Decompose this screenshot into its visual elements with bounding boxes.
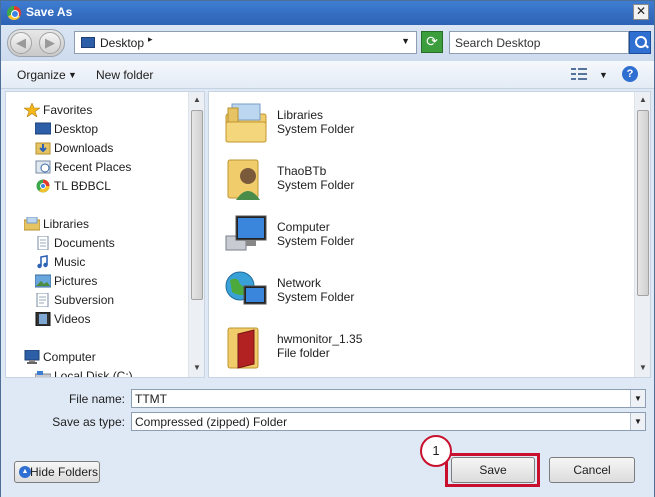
chrome-icon <box>7 6 21 20</box>
list-item[interactable]: Network System Folder <box>224 268 394 316</box>
list-item[interactable]: Computer System Folder <box>224 212 394 260</box>
network-icon <box>225 271 267 305</box>
scroll-thumb[interactable] <box>191 110 203 300</box>
scroll-up-icon[interactable]: ▲ <box>635 92 650 108</box>
file-type: System Folder <box>277 234 355 248</box>
local-disk-icon <box>35 371 51 377</box>
save-button[interactable]: Save <box>451 457 535 483</box>
sidebar-item-label: Videos <box>54 312 91 326</box>
computer-icon <box>24 350 40 364</box>
scroll-thumb[interactable] <box>637 110 649 296</box>
file-type: System Folder <box>277 290 355 304</box>
nav-computer-label: Computer <box>43 350 96 364</box>
desktop-icon <box>35 122 51 135</box>
sidebar-item-label: Downloads <box>54 141 114 155</box>
save-type-value[interactable]: Compressed (zipped) Folder <box>135 415 287 429</box>
user-folder-icon <box>227 159 260 200</box>
file-name: ThaoBTb <box>277 164 327 178</box>
hide-folders-button[interactable]: ▲ Hide Folders <box>14 461 100 483</box>
save-type-select[interactable]: Compressed (zipped) Folder ▼ <box>131 412 646 431</box>
computer-icon <box>225 215 267 251</box>
file-name: hwmonitor_1.35 <box>277 332 363 346</box>
list-item[interactable]: hwmonitor_1.35 File folder <box>224 324 394 372</box>
file-name-label: File name: <box>68 392 125 406</box>
scroll-down-icon[interactable]: ▼ <box>189 360 204 376</box>
navigation-buttons: ◀ ▶ <box>7 29 65 57</box>
address-bar-row: ◀ ▶ Desktop ▸ ▼ ⟳ Search Desktop <box>1 25 654 61</box>
step-callout-badge: 1 <box>420 435 452 467</box>
desktop-icon <box>81 37 95 48</box>
list-item[interactable]: Libraries System Folder <box>224 100 394 148</box>
hide-folders-label: Hide Folders <box>29 465 99 479</box>
videos-icon <box>35 312 51 326</box>
file-name-value[interactable]: TTMT <box>135 392 167 406</box>
new-folder-button[interactable]: New folder <box>96 68 153 82</box>
file-type: File folder <box>277 346 330 360</box>
scroll-up-icon[interactable]: ▲ <box>189 92 204 108</box>
close-button[interactable]: ✕ <box>633 4 649 20</box>
list-item[interactable]: ThaoBTb System Folder <box>224 156 394 204</box>
file-name: Network <box>277 276 322 290</box>
breadcrumb-chevron-icon[interactable]: ▸ <box>148 34 153 45</box>
chevron-up-icon: ▲ <box>19 466 31 478</box>
back-button[interactable]: ◀ <box>10 32 32 54</box>
forward-button[interactable]: ▶ <box>39 32 61 54</box>
scroll-down-icon[interactable]: ▼ <box>635 360 650 376</box>
folder-icon <box>227 327 259 369</box>
file-list-scrollbar[interactable]: ▲ ▼ <box>634 92 650 377</box>
address-bar[interactable]: Desktop ▸ ▼ <box>74 31 417 54</box>
search-input[interactable]: Search Desktop <box>449 31 629 54</box>
subversion-icon <box>36 293 49 307</box>
title-bar: Save As ✕ <box>1 1 654 25</box>
search-placeholder: Search Desktop <box>455 36 541 50</box>
sidebar-item-label: Music <box>54 255 86 269</box>
star-icon <box>24 103 40 117</box>
save-as-dialog: Save As ✕ ◀ ▶ Desktop ▸ ▼ ⟳ Search Deskt… <box>0 0 655 497</box>
file-name: Libraries <box>277 108 324 122</box>
file-list[interactable]: Libraries System Folder ThaoBTb System F… <box>208 91 651 378</box>
file-type: System Folder <box>277 178 355 192</box>
sidebar-item-label: Subversion <box>54 293 115 307</box>
organize-chevron-icon[interactable]: ▼ <box>68 70 77 80</box>
pictures-icon <box>35 274 51 288</box>
nav-favorites-label: Favorites <box>43 103 93 117</box>
music-icon <box>37 255 48 269</box>
sidebar-item-label: Documents <box>54 236 115 250</box>
sidebar-item-label: Desktop <box>54 122 99 136</box>
save-type-label: Save as type: <box>52 415 125 429</box>
file-name: Computer <box>277 220 330 234</box>
address-location[interactable]: Desktop <box>100 36 144 50</box>
toolbar: Organize ▼ New folder ▼ ? <box>1 61 654 89</box>
chevron-down-icon[interactable]: ▼ <box>630 413 645 430</box>
nav-libraries-label: Libraries <box>43 217 90 231</box>
downloads-icon <box>35 142 51 155</box>
libraries-icon <box>24 217 40 231</box>
address-dropdown-icon[interactable]: ▼ <box>401 36 410 46</box>
sidebar-item-label: Local Disk (C:) <box>54 369 133 378</box>
libraries-folder-icon <box>225 103 267 143</box>
window-title: Save As <box>26 5 73 19</box>
chrome-icon <box>36 179 50 193</box>
organize-button[interactable]: Organize <box>17 68 66 82</box>
chevron-down-icon[interactable]: ▼ <box>630 390 645 407</box>
sidebar-item-label: TL BĐBCL <box>54 179 111 193</box>
sidebar-item-label: Pictures <box>54 274 98 288</box>
change-view-icon[interactable] <box>571 67 587 81</box>
documents-icon <box>37 236 49 250</box>
view-options-chevron-icon[interactable]: ▼ <box>599 70 608 80</box>
search-icon[interactable] <box>629 31 651 54</box>
refresh-button[interactable]: ⟳ <box>421 31 443 53</box>
file-name-field[interactable]: TTMT ▼ <box>131 389 646 408</box>
recent-places-icon <box>35 160 51 174</box>
file-type: System Folder <box>277 122 355 136</box>
sidebar-item-label: Recent Places <box>54 160 132 174</box>
cancel-button[interactable]: Cancel <box>549 457 635 483</box>
navpane-scrollbar[interactable]: ▲ ▼ <box>188 92 204 377</box>
navigation-pane[interactable]: Favorites Desktop Downloads Recent Place… <box>5 91 205 378</box>
help-icon[interactable]: ? <box>622 66 638 82</box>
